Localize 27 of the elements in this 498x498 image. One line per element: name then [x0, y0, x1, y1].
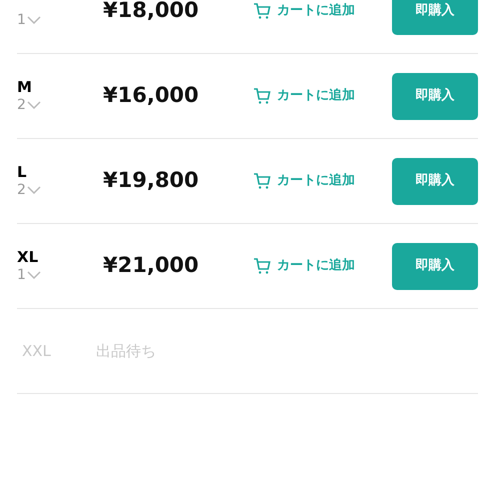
cart-icon — [253, 87, 271, 105]
quantity-text: 2 — [17, 96, 26, 114]
price-text: ¥21,000 — [103, 252, 200, 280]
size-label: M — [17, 78, 33, 96]
cart-icon — [253, 172, 271, 190]
price-text: ¥19,800 — [103, 167, 200, 194]
size-label: L — [17, 163, 28, 181]
quantity-text: 2 — [17, 181, 26, 199]
chevron-down-icon[interactable] — [26, 186, 41, 194]
add-to-cart-link[interactable]: カートに追加 — [253, 1, 355, 21]
quantity-text: 1 — [17, 266, 26, 284]
price-text: ¥18,000 — [103, 0, 200, 24]
buy-now-button[interactable]: 即購入 — [392, 158, 478, 204]
add-to-cart-link[interactable]: カートに追加 — [253, 86, 355, 106]
buy-now-button[interactable]: 即購入 — [392, 0, 478, 34]
size-label: XL — [17, 248, 40, 266]
cart-icon — [253, 2, 271, 20]
add-to-cart-link[interactable]: カートに追加 — [253, 171, 355, 191]
add-to-cart-link[interactable]: カートに追加 — [253, 256, 355, 276]
chevron-down-icon[interactable] — [26, 101, 41, 109]
quantity-text: 1 — [17, 11, 26, 29]
chevron-down-icon[interactable] — [26, 16, 41, 24]
cart-icon — [253, 257, 271, 275]
buy-now-button[interactable]: 即購入 — [392, 72, 478, 120]
buy-now-button[interactable]: 即購入 — [392, 242, 478, 290]
price-text: ¥16,000 — [103, 82, 200, 110]
chevron-down-icon[interactable] — [26, 271, 41, 279]
